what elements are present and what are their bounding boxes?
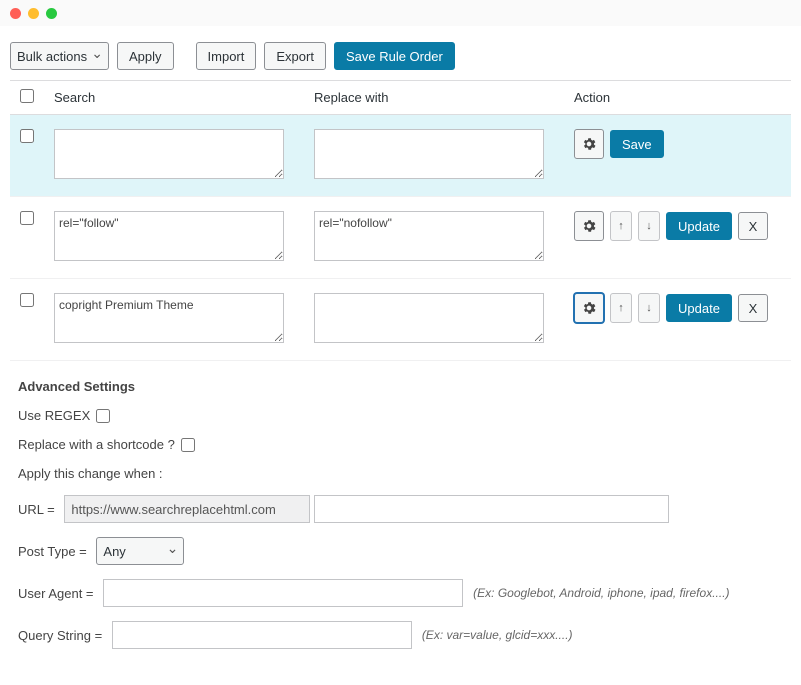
table-row: Save: [10, 115, 791, 197]
bulk-actions-select[interactable]: Bulk actions: [10, 42, 109, 70]
gear-icon: [581, 300, 597, 316]
gear-icon: [581, 218, 597, 234]
settings-button[interactable]: [574, 293, 604, 323]
window-max-dot: [46, 8, 57, 19]
url-input[interactable]: [314, 495, 669, 523]
select-all-checkbox[interactable]: [20, 89, 34, 103]
query-string-hint: (Ex: var=value, glcid=xxx....): [422, 628, 573, 642]
query-string-label: Query String =: [18, 628, 102, 643]
replace-shortcode-checkbox[interactable]: [181, 438, 195, 452]
save-rule-order-button[interactable]: Save Rule Order: [334, 42, 455, 70]
search-textarea[interactable]: copright Premium Theme: [54, 293, 284, 343]
user-agent-hint: (Ex: Googlebot, Android, iphone, ipad, f…: [473, 586, 729, 600]
delete-button[interactable]: X: [738, 212, 768, 240]
apply-button[interactable]: Apply: [117, 42, 174, 70]
table-row: rel="follow" rel="nofollow" ↑↓UpdateX: [10, 197, 791, 279]
post-type-select[interactable]: Any: [96, 537, 184, 565]
move-down-button[interactable]: ↓: [638, 293, 660, 323]
window-titlebar: [0, 0, 801, 26]
row-checkbox[interactable]: [20, 293, 34, 307]
toolbar: Bulk actions Apply Import Export Save Ru…: [10, 42, 791, 70]
window-close-dot: [10, 8, 21, 19]
settings-button[interactable]: [574, 129, 604, 159]
use-regex-checkbox[interactable]: [96, 409, 110, 423]
url-label: URL =: [18, 502, 55, 517]
gear-icon: [581, 136, 597, 152]
header-search: Search: [44, 81, 304, 115]
table-row: copright Premium Theme ↑↓UpdateX: [10, 279, 791, 361]
replace-textarea[interactable]: rel="nofollow": [314, 211, 544, 261]
header-replace: Replace with: [304, 81, 564, 115]
search-textarea[interactable]: [54, 129, 284, 179]
advanced-settings: Advanced Settings Use REGEX Replace with…: [10, 361, 791, 649]
user-agent-label: User Agent =: [18, 586, 94, 601]
row-checkbox[interactable]: [20, 211, 34, 225]
url-readonly-field: [64, 495, 310, 523]
apply-when-label: Apply this change when :: [18, 466, 163, 481]
update-button[interactable]: Update: [666, 294, 732, 322]
search-textarea[interactable]: rel="follow": [54, 211, 284, 261]
row-checkbox[interactable]: [20, 129, 34, 143]
update-button[interactable]: Update: [666, 212, 732, 240]
query-string-input[interactable]: [112, 621, 412, 649]
advanced-title: Advanced Settings: [18, 379, 783, 394]
window-min-dot: [28, 8, 39, 19]
settings-button[interactable]: [574, 211, 604, 241]
import-button[interactable]: Import: [196, 42, 257, 70]
replace-textarea[interactable]: [314, 293, 544, 343]
export-button[interactable]: Export: [264, 42, 326, 70]
move-down-button[interactable]: ↓: [638, 211, 660, 241]
replace-shortcode-label: Replace with a shortcode ?: [18, 437, 175, 452]
post-type-label: Post Type =: [18, 544, 87, 559]
use-regex-label: Use REGEX: [18, 408, 90, 423]
save-button[interactable]: Save: [610, 130, 664, 158]
header-action: Action: [564, 81, 791, 115]
rules-table: Search Replace with Action Save rel="foll…: [10, 80, 791, 361]
delete-button[interactable]: X: [738, 294, 768, 322]
move-up-button[interactable]: ↑: [610, 293, 632, 323]
replace-textarea[interactable]: [314, 129, 544, 179]
user-agent-input[interactable]: [103, 579, 463, 607]
move-up-button[interactable]: ↑: [610, 211, 632, 241]
